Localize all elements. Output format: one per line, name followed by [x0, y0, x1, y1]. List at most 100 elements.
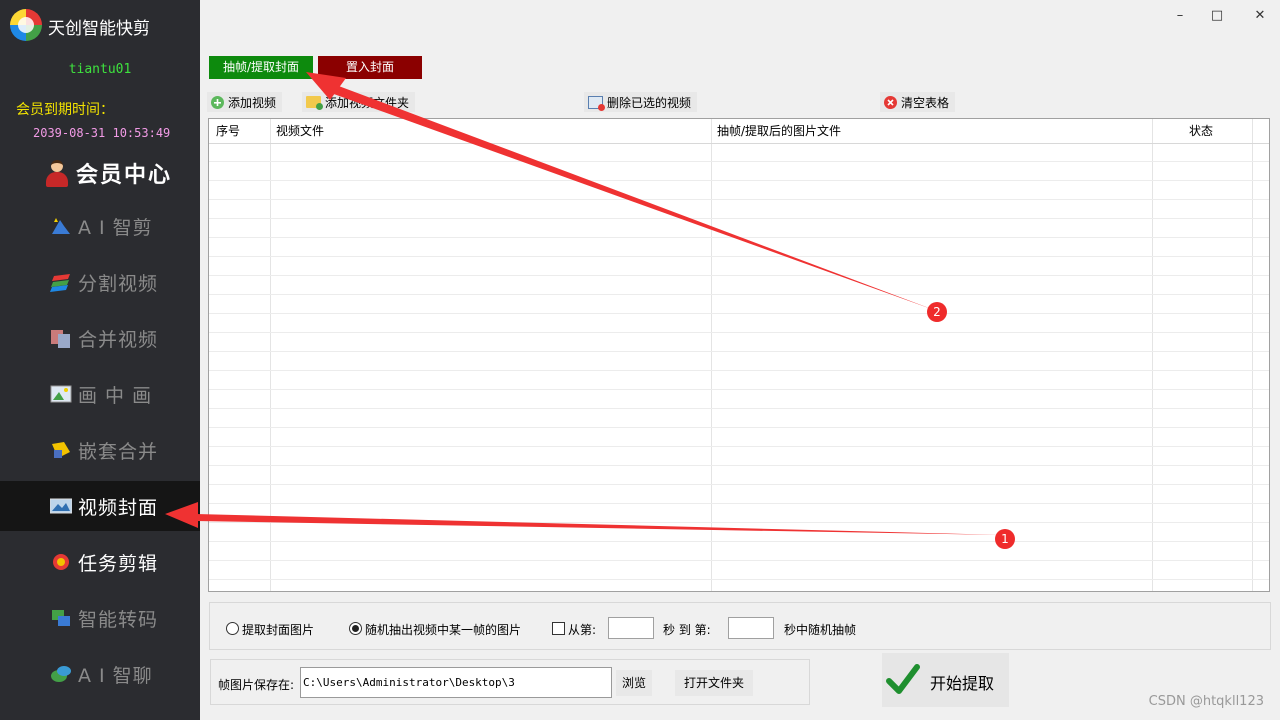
username: tiantu01 [68, 62, 132, 77]
table-row-line [209, 351, 1269, 352]
table-header: 序号 视频文件 抽帧/提取后的图片文件 状态 [209, 119, 1269, 144]
column-header-index[interactable]: 序号 [216, 119, 240, 143]
table-row-line [209, 294, 1269, 295]
table-row-line [209, 256, 1269, 257]
sidebar-item-label: 嵌套合并 [78, 440, 159, 463]
table-row-line [209, 484, 1269, 485]
table-row-line [209, 541, 1269, 542]
add-video-button[interactable]: 添加视频 [207, 92, 283, 112]
folder-add-icon [306, 96, 323, 110]
sidebar-item-label: 分割视频 [78, 272, 159, 295]
table-row-line [209, 446, 1269, 447]
sidebar-item-label: 智能转码 [78, 608, 159, 631]
ai-chat-icon [50, 664, 72, 684]
video-cover-icon [49, 496, 73, 516]
video-table[interactable]: 序号 视频文件 抽帧/提取后的图片文件 状态 [208, 118, 1270, 592]
random-frame-label: 随机抽出视频中某一帧的图片 [365, 623, 522, 637]
column-header-status[interactable]: 状态 [1189, 119, 1213, 143]
table-row-line [209, 408, 1269, 409]
sidebar: 天创智能快剪 tiantu01 会员到期时间： 2039-08-31 10:53… [0, 0, 200, 720]
sidebar-item-label: A I 智聊 [78, 664, 153, 687]
table-row-line [209, 465, 1269, 466]
ai-cut-icon [50, 216, 72, 236]
sidebar-item-ai-cut[interactable]: A I 智剪 [0, 201, 200, 251]
clear-table-label: 清空表格 [901, 95, 950, 110]
add-video-label: 添加视频 [228, 95, 277, 110]
table-row-line [209, 161, 1269, 162]
picture-in-picture-icon [50, 384, 72, 404]
sec-to-label: 秒 到 第: [663, 623, 711, 637]
sidebar-item-video-cover[interactable]: 视频封面 [0, 481, 200, 531]
add-icon [211, 95, 224, 109]
start-extract-button[interactable]: 开始提取 [882, 653, 1009, 707]
add-folder-button[interactable]: 添加视频文件夹 [302, 92, 416, 112]
delete-selected-button[interactable]: 删除已选的视频 [584, 92, 698, 112]
save-path-input[interactable]: C:\Users\Administrator\Desktop\3 [300, 667, 612, 698]
tab-insert-cover[interactable]: 置入封面 [318, 56, 422, 79]
app-title: 天创智能快剪 [48, 19, 150, 39]
checkmark-icon [886, 664, 920, 694]
delete-selected-label: 删除已选的视频 [607, 95, 692, 110]
table-row-line [209, 180, 1269, 181]
table-row-line [209, 427, 1269, 428]
sidebar-item-task-edit[interactable]: 任务剪辑 [0, 537, 200, 587]
table-row-line [209, 218, 1269, 219]
split-video-icon [50, 272, 72, 292]
sidebar-item-label: A I 智剪 [78, 216, 153, 239]
sidebar-item-transcode[interactable]: 智能转码 [0, 593, 200, 643]
member-center-label: 会员中心 [76, 162, 173, 188]
table-row-line [209, 199, 1269, 200]
start-extract-label: 开始提取 [930, 674, 995, 693]
table-row-line [209, 560, 1269, 561]
save-path-label: 帧图片保存在: [218, 678, 295, 692]
merge-video-icon [50, 328, 72, 348]
app-logo-icon [10, 9, 42, 41]
transcode-icon [50, 608, 72, 628]
random-frame-radio[interactable] [349, 622, 362, 635]
add-folder-label: 添加视频文件夹 [325, 95, 410, 110]
table-row-line [209, 503, 1269, 504]
open-folder-button[interactable]: 打开文件夹 [675, 670, 753, 696]
sidebar-item-label: 视频封面 [78, 496, 159, 519]
table-row-line [209, 275, 1269, 276]
nest-merge-icon [50, 440, 72, 460]
table-row-line [209, 313, 1269, 314]
to-second-input[interactable] [728, 617, 774, 639]
table-row-line [209, 579, 1269, 580]
sidebar-item-split-video[interactable]: 分割视频 [0, 257, 200, 307]
minimize-button[interactable]: – [1166, 6, 1194, 26]
extract-cover-radio[interactable] [226, 622, 239, 635]
task-edit-icon [50, 552, 72, 572]
table-row-line [209, 389, 1269, 390]
table-row-line [209, 522, 1269, 523]
extract-cover-label: 提取封面图片 [242, 623, 315, 637]
annotation-marker-2: 2 [927, 302, 947, 322]
sidebar-item-label: 画 中 画 [78, 384, 153, 407]
sidebar-item-label: 任务剪辑 [78, 552, 159, 575]
column-header-video-file[interactable]: 视频文件 [276, 119, 324, 143]
maximize-button[interactable]: □ [1203, 6, 1231, 26]
tab-extract-cover[interactable]: 抽帧/提取封面 [209, 56, 313, 79]
sidebar-item-ai-chat[interactable]: A I 智聊 [0, 649, 200, 699]
table-row-line [209, 332, 1269, 333]
sidebar-item-nest-merge[interactable]: 嵌套合并 [0, 425, 200, 475]
from-label: 从第: [568, 623, 597, 637]
clear-table-button[interactable]: 清空表格 [880, 92, 956, 112]
browse-button[interactable]: 浏览 [616, 670, 652, 696]
table-row-line [209, 370, 1269, 371]
member-expire-time: 2039-08-31 10:53:49 [33, 126, 171, 140]
from-second-input[interactable] [608, 617, 654, 639]
delete-list-icon [588, 95, 605, 111]
sidebar-item-pip[interactable]: 画 中 画 [0, 369, 200, 419]
clear-icon [884, 95, 897, 109]
watermark: CSDN @htqkll123 [1148, 694, 1264, 709]
member-expire-label: 会员到期时间： [16, 102, 114, 118]
column-header-image-file[interactable]: 抽帧/提取后的图片文件 [717, 119, 841, 143]
from-second-checkbox[interactable] [552, 622, 565, 635]
sidebar-item-label: 合并视频 [78, 328, 159, 351]
random-suffix-label: 秒中随机抽帧 [784, 623, 857, 637]
close-button[interactable]: ✕ [1246, 6, 1274, 26]
sidebar-item-merge-video[interactable]: 合并视频 [0, 313, 200, 363]
member-avatar-icon [44, 159, 70, 187]
member-center-button[interactable]: 会员中心 [44, 156, 172, 190]
